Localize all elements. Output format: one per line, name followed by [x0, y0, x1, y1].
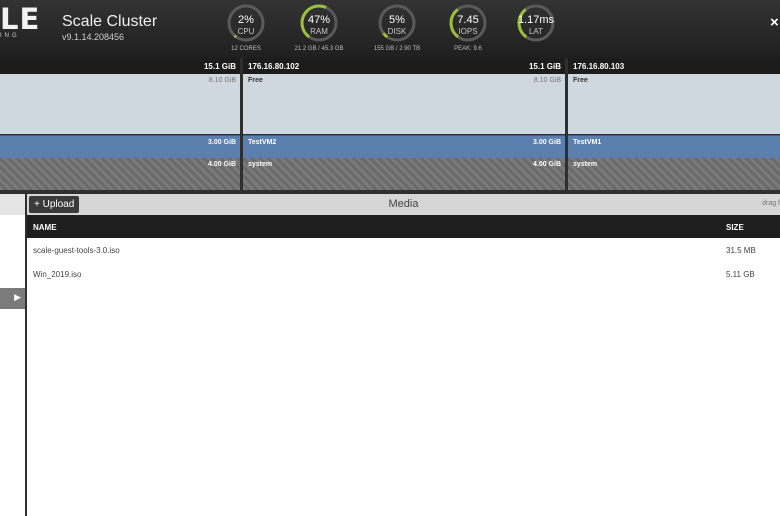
media-panel: + Upload Media drag f NAME SIZE scale-gu… [27, 194, 780, 516]
node-header: 176.16.80.102 15.1 GiB [243, 58, 565, 74]
vm-size: 3.00 GiB [532, 139, 561, 146]
cluster-version: v9.1.14.208456 [62, 32, 125, 42]
table-row[interactable]: Win_2019.iso 5.11 GB [27, 262, 780, 286]
cluster-name: Scale Cluster [62, 13, 158, 30]
play-arrow-icon: ▶ [14, 292, 21, 302]
close-icon[interactable]: × [770, 14, 780, 34]
disk-gauge-value: 5% [389, 14, 405, 26]
system-label: system [248, 161, 273, 168]
iops-gauge-value: 7.45 [457, 14, 479, 26]
iops-gauge[interactable]: 7.45 IOPS PEAK: 9.6 [446, 3, 490, 55]
media-file-size: 31.5 MB [726, 246, 756, 255]
media-file-size: 5.11 GB [726, 270, 755, 279]
vm-label: TestVM2 [248, 139, 277, 146]
iops-gauge-subtext: PEAK: 9.6 [454, 46, 482, 52]
cpu-gauge[interactable]: 2% CPU 12 CORES [224, 3, 268, 55]
free-size: 8.10 GiB [533, 77, 561, 84]
expand-arrow-button[interactable]: ▶ [0, 288, 25, 309]
latency-gauge-label: LAT [528, 27, 544, 36]
system-memory-block: 4.00 GiB [0, 158, 240, 190]
disk-gauge-label: DISK [387, 27, 407, 36]
ram-gauge-value: 47% [307, 14, 331, 26]
vm-memory-block[interactable]: 3.00 GiB [0, 135, 240, 159]
node-ip: 176.16.80.103 [573, 62, 625, 71]
node-capacity: 15.1 GiB [528, 62, 561, 71]
media-table-header: NAME SIZE [27, 215, 780, 238]
media-file-name: Win_2019.iso [33, 270, 82, 279]
free-memory-block: 8.10 GiB [0, 74, 240, 134]
top-header: LE ING Scale Cluster v9.1.14.208456 2% C… [0, 0, 780, 58]
brand-logo-subtitle: ING [0, 33, 20, 39]
media-title: Media [388, 198, 419, 210]
vm-memory-block[interactable]: TestVM1 [568, 135, 780, 159]
free-memory-block: Free [568, 74, 780, 134]
cpu-gauge-value: 2% [238, 14, 254, 26]
vm-size: 3.00 GiB [207, 139, 236, 146]
column-header-name[interactable]: NAME [33, 223, 57, 232]
free-label: Free [573, 77, 588, 84]
system-size: 4.00 GiB [532, 161, 561, 168]
vm-memory-block[interactable]: TestVM2 3.00 GiB [243, 135, 565, 159]
brand-logo: LE [0, 2, 41, 36]
free-size: 8.10 GiB [208, 77, 236, 84]
latency-gauge-value: 1.17ms [517, 14, 555, 26]
vm-label: TestVM1 [573, 139, 602, 146]
system-label: system [573, 161, 598, 168]
node-header: 176.16.80.103 [568, 58, 780, 74]
left-side-panel: ▶ [0, 194, 27, 516]
iops-gauge-label: IOPS [458, 27, 478, 36]
node-card[interactable]: 15.1 GiB 8.10 GiB 3.00 GiB 4.00 GiB [0, 58, 240, 190]
node-ip: 176.16.80.102 [248, 62, 300, 71]
column-header-size[interactable]: SIZE [726, 223, 744, 232]
table-row[interactable]: scale-guest-tools-3.0.iso 31.5 MB [27, 238, 780, 262]
media-file-name: scale-guest-tools-3.0.iso [33, 246, 120, 255]
drag-hint: drag f [762, 200, 780, 207]
latency-gauge[interactable]: 1.17ms LAT [514, 3, 558, 55]
media-toolbar: + Upload Media drag f [27, 194, 780, 215]
cluster-nodes-panel: 15.1 GiB 8.10 GiB 3.00 GiB 4.00 GiB 176.… [0, 58, 780, 194]
ram-gauge-label: RAM [310, 27, 328, 36]
free-memory-block: Free 8.10 GiB [243, 74, 565, 134]
system-memory-block: system 4.00 GiB [243, 158, 565, 190]
node-card[interactable]: 176.16.80.103 Free TestVM1 system [568, 58, 780, 190]
free-label: Free [248, 77, 263, 84]
ram-gauge[interactable]: 47% RAM 21.2 GB / 45.3 GB [294, 3, 344, 55]
system-memory-block: system [568, 158, 780, 190]
node-card[interactable]: 176.16.80.102 15.1 GiB Free 8.10 GiB Tes… [243, 58, 565, 190]
system-size: 4.00 GiB [207, 161, 236, 168]
cpu-gauge-label: CPU [237, 27, 255, 36]
left-panel-header [0, 194, 25, 215]
node-capacity: 15.1 GiB [203, 62, 236, 71]
disk-gauge[interactable]: 5% DISK 155 GB / 2.90 TB [374, 3, 420, 55]
node-header: 15.1 GiB [0, 58, 240, 74]
